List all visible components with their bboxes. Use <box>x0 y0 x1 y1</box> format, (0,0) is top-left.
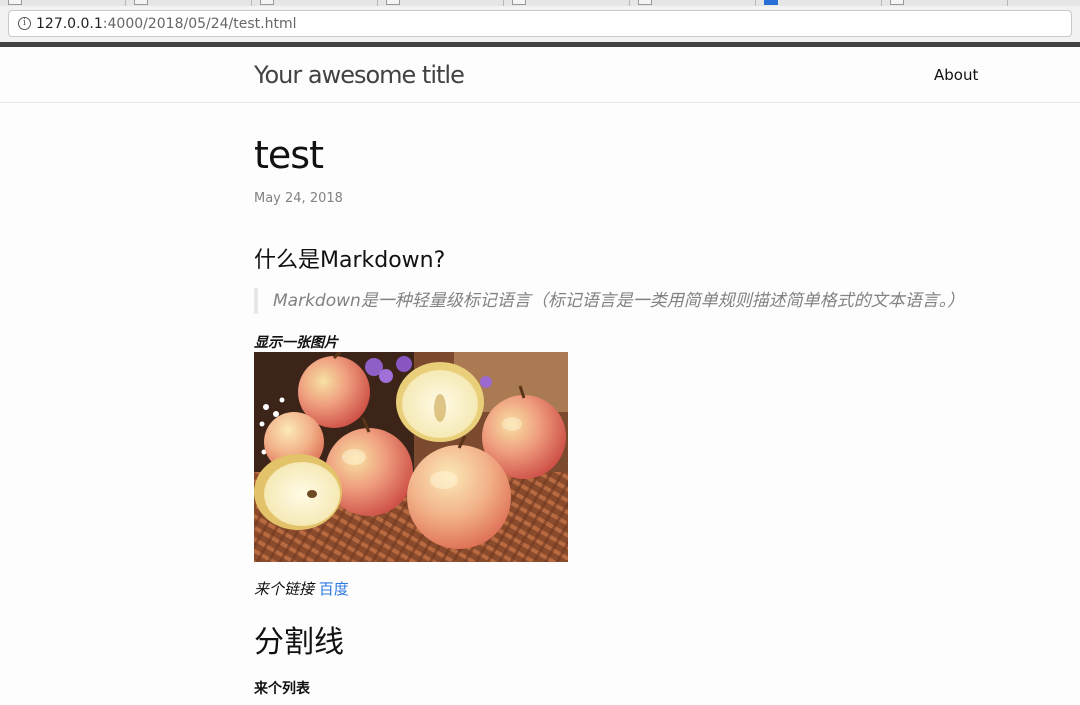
heading-what-is-markdown: 什么是Markdown? <box>254 248 446 273</box>
apples-image <box>254 352 568 562</box>
blockquote: Markdown是一种轻量级标记语言（标记语言是一类用简单规则描述简单格式的文本… <box>254 288 964 314</box>
page-icon <box>134 0 148 5</box>
page-icon <box>638 0 652 5</box>
nav-link-about[interactable]: About <box>934 66 978 84</box>
page-icon <box>386 0 400 5</box>
site-title-link[interactable]: Your awesome title <box>254 61 465 89</box>
page-icon <box>512 0 526 5</box>
link-prefix: 来个链接 <box>254 580 319 598</box>
list-heading: 来个列表 <box>254 681 310 697</box>
page-icon <box>764 0 778 5</box>
address-bar[interactable]: i 127.0.0.1:4000/2018/05/24/test.html <box>8 10 1072 37</box>
link-line: 来个链接 百度 <box>254 578 349 599</box>
address-host: 127.0.0.1 <box>36 16 103 32</box>
post-date: May 24, 2018 <box>254 191 343 206</box>
info-icon[interactable]: i <box>18 17 31 30</box>
page-icon <box>8 0 22 5</box>
address-path: :4000/2018/05/24/test.html <box>102 16 297 32</box>
baidu-link[interactable]: 百度 <box>319 580 349 598</box>
blockquote-text: Markdown是一种轻量级标记语言（标记语言是一类用简单规则描述简单格式的文本… <box>273 291 965 311</box>
image-caption: 显示一张图片 <box>254 335 338 351</box>
heading-divider: 分割线 <box>254 625 344 660</box>
page-icon <box>260 0 274 5</box>
post-title: test <box>254 133 324 177</box>
address-url[interactable]: 127.0.0.1:4000/2018/05/24/test.html <box>36 16 297 32</box>
site-header: Your awesome title About <box>0 47 1080 103</box>
browser-toolbar: i 127.0.0.1:4000/2018/05/24/test.html <box>0 6 1080 42</box>
page-icon <box>890 0 904 5</box>
